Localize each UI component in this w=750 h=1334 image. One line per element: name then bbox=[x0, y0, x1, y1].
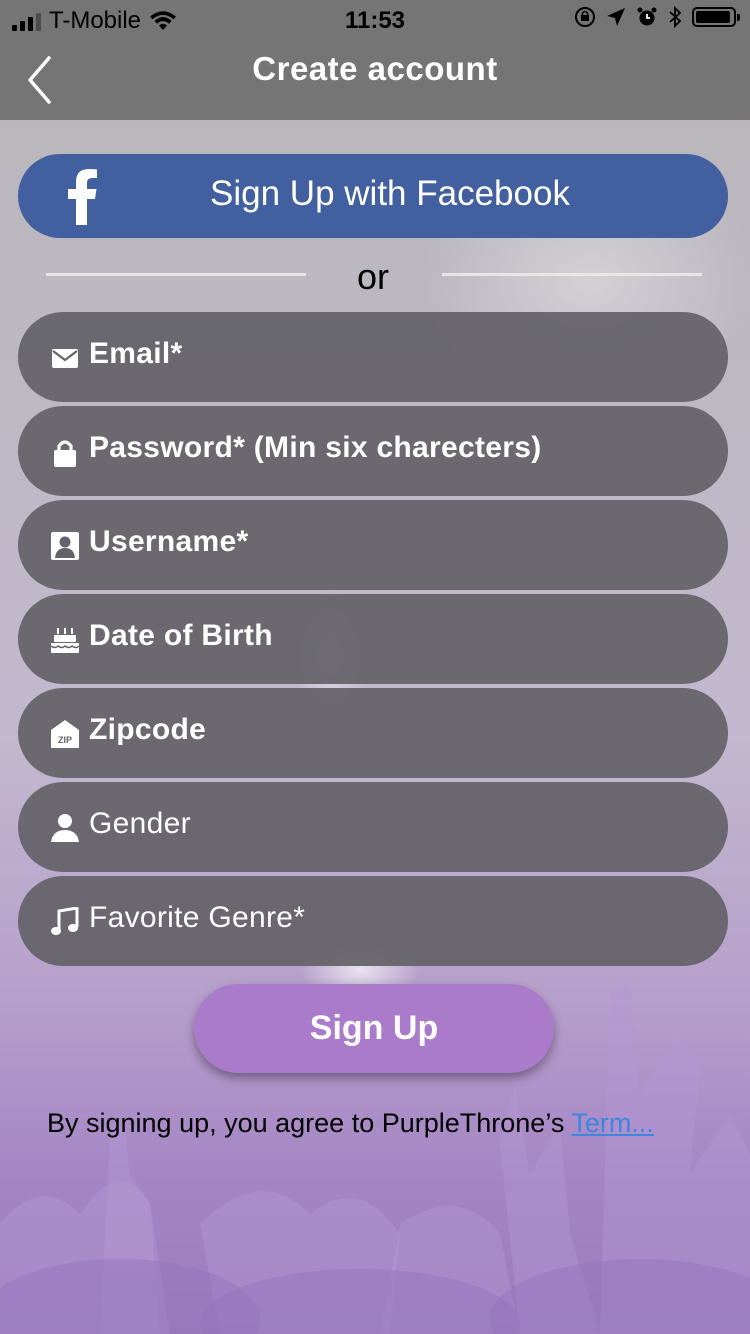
gender-field[interactable]: Gender bbox=[18, 782, 728, 872]
zipcode-placeholder: Zipcode bbox=[89, 713, 207, 746]
cake-icon bbox=[50, 628, 80, 653]
terms-prefix: By signing up, you agree to PurpleThrone… bbox=[47, 1108, 572, 1138]
svg-text:ZIP: ZIP bbox=[58, 735, 72, 745]
location-icon bbox=[607, 8, 625, 26]
orientation-lock-icon bbox=[575, 7, 595, 27]
music-note-icon bbox=[51, 907, 79, 935]
sign-up-button[interactable]: Sign Up bbox=[194, 984, 554, 1073]
date-of-birth-field[interactable]: Date of Birth bbox=[18, 594, 728, 684]
terms-text: By signing up, you agree to PurpleThrone… bbox=[47, 1108, 654, 1139]
lock-icon bbox=[54, 440, 76, 467]
date-of-birth-placeholder: Date of Birth bbox=[89, 619, 273, 652]
email-placeholder: Email* bbox=[89, 337, 183, 370]
gender-placeholder: Gender bbox=[89, 807, 191, 840]
bluetooth-icon bbox=[669, 6, 682, 28]
nav-bar: Create account bbox=[0, 40, 750, 120]
password-field[interactable]: Password* (Min six charecters) bbox=[18, 406, 728, 496]
terms-link[interactable]: Term... bbox=[571, 1108, 654, 1138]
sign-up-label: Sign Up bbox=[309, 1009, 439, 1047]
divider-line bbox=[442, 273, 702, 276]
username-placeholder: Username* bbox=[89, 525, 249, 558]
email-field[interactable]: Email* bbox=[18, 312, 728, 402]
page-title: Create account bbox=[252, 50, 498, 87]
zipcode-field[interactable]: ZIP Zipcode bbox=[18, 688, 728, 778]
user-card-icon bbox=[51, 532, 79, 560]
divider-or: or bbox=[356, 256, 389, 297]
person-icon bbox=[51, 814, 79, 842]
battery-icon bbox=[692, 7, 740, 27]
alarm-icon bbox=[637, 7, 657, 26]
facebook-signup-label: Sign Up with Facebook bbox=[210, 174, 570, 213]
zip-house-icon: ZIP bbox=[51, 720, 79, 748]
username-field[interactable]: Username* bbox=[18, 500, 728, 590]
status-bar: T-Mobile 11:53 bbox=[0, 0, 750, 40]
favorite-genre-field[interactable]: Favorite Genre* bbox=[18, 876, 728, 966]
envelope-icon bbox=[52, 349, 78, 368]
password-placeholder: Password* (Min six charecters) bbox=[89, 431, 542, 464]
favorite-genre-placeholder: Favorite Genre* bbox=[89, 901, 306, 934]
facebook-signup-button[interactable]: Sign Up with Facebook bbox=[18, 154, 728, 238]
